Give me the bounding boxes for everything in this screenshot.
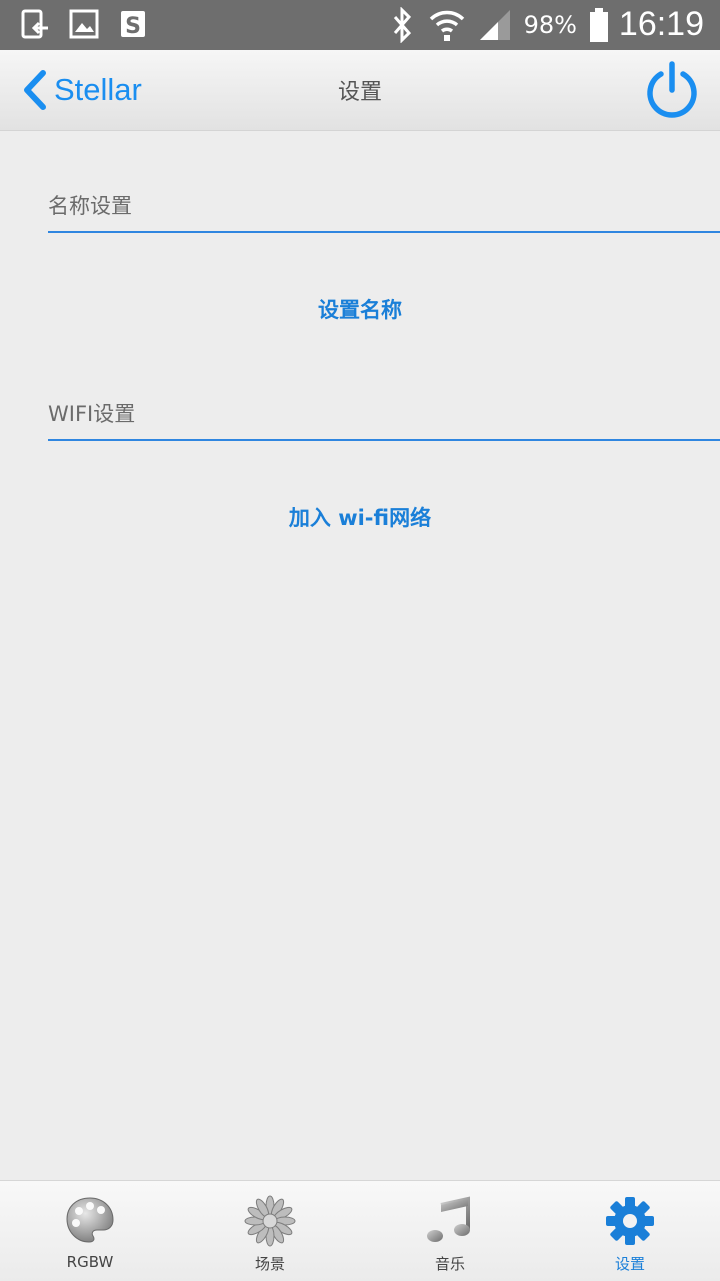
tab-scenes-label: 场景: [254, 1255, 285, 1273]
battery-icon: [589, 7, 608, 42]
tab-settings[interactable]: 设置: [540, 1181, 720, 1281]
notification-icons: S: [20, 8, 148, 40]
wifi-icon: [429, 10, 464, 41]
navigation-bar: Stellar 设置: [0, 50, 720, 131]
gear-icon: [606, 1197, 654, 1245]
battery-percent: 98%: [523, 10, 577, 39]
power-button[interactable]: [642, 60, 702, 124]
wifi-settings-label: WIFI设置: [48, 402, 136, 426]
name-settings-divider: [48, 231, 720, 233]
join-wifi-button[interactable]: 加入 wi-fi网络: [0, 502, 720, 532]
wifi-settings-divider: [48, 439, 720, 441]
music-note-icon: [427, 1196, 470, 1242]
svg-text:S: S: [125, 14, 141, 39]
tab-scenes[interactable]: 场景: [180, 1181, 360, 1281]
status-bar: S 98% 16:19: [0, 0, 720, 50]
screen-cast-icon: [21, 9, 48, 39]
system-icons: 98% 16:19: [378, 5, 704, 44]
tab-music[interactable]: 音乐: [360, 1181, 540, 1281]
tab-rgbw-label: RGBW: [66, 1253, 114, 1271]
signal-icon: [479, 9, 510, 40]
tab-settings-label: 设置: [614, 1255, 645, 1273]
palette-icon: [66, 1197, 114, 1243]
flower-icon: [244, 1195, 296, 1247]
name-settings-label: 名称设置: [48, 194, 132, 218]
image-icon: [69, 9, 99, 39]
s-note-icon: S: [121, 11, 145, 39]
power-icon: [647, 61, 697, 118]
bluetooth-icon: [393, 6, 411, 43]
tab-music-label: 音乐: [434, 1255, 465, 1273]
tab-rgbw[interactable]: RGBW: [0, 1181, 180, 1281]
page-title: 设置: [337, 80, 382, 105]
set-name-button[interactable]: 设置名称: [0, 294, 720, 324]
tab-bar: RGBW 场景 音乐 设置: [0, 1180, 720, 1281]
clock: 16:19: [618, 5, 704, 43]
